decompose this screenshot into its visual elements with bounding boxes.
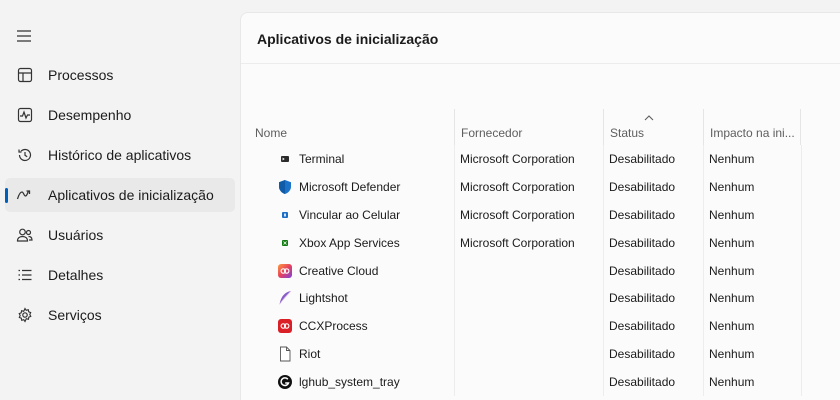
cell-status: Desabilitado <box>609 263 676 278</box>
sidebar-item-label: Desempenho <box>48 107 132 123</box>
hamburger-icon[interactable] <box>10 22 38 50</box>
sidebar-item-aplicativos-de-inicializacao[interactable]: Aplicativos de inicialização <box>5 178 235 212</box>
services-gear-icon <box>15 305 35 325</box>
column-header-vendor[interactable]: Fornecedor <box>454 109 603 145</box>
cell-status: Desabilitado <box>609 207 676 222</box>
cell-name: Creative Cloud <box>277 257 378 285</box>
cell-vendor: Microsoft Corporation <box>460 179 575 194</box>
cell-name: Xbox App Services <box>277 229 400 257</box>
cell-name: Terminal <box>277 145 344 173</box>
logitech-g-icon <box>277 374 293 390</box>
app-name: Xbox App Services <box>299 235 400 250</box>
cell-vendor: Microsoft Corporation <box>460 235 575 250</box>
details-list-icon <box>15 265 35 285</box>
history-clock-icon <box>15 145 35 165</box>
sort-ascending-icon <box>644 113 654 124</box>
cell-status: Desabilitado <box>609 235 676 250</box>
sidebar-item-usuarios[interactable]: Usuários <box>5 218 235 252</box>
app-name: Lightshot <box>299 291 348 306</box>
sidebar-item-label: Serviços <box>48 307 102 323</box>
app-name: Creative Cloud <box>299 263 379 278</box>
cell-impact: Nenhum <box>709 263 755 278</box>
sidebar-item-historico[interactable]: Histórico de aplicativos <box>5 138 235 172</box>
app-name: Riot <box>299 347 321 362</box>
cell-name: Lightshot <box>277 284 348 312</box>
defender-shield-icon <box>277 179 293 195</box>
app-name: Microsoft Defender <box>299 179 401 194</box>
sidebar-item-label: Detalhes <box>48 267 104 283</box>
performance-pulse-icon <box>15 105 35 125</box>
sidebar-item-label: Usuários <box>48 227 104 243</box>
cell-status: Desabilitado <box>609 151 676 166</box>
table-row[interactable]: lghub_system_tray Desabilitado Nenhum <box>241 368 840 397</box>
sidebar-item-label: Histórico de aplicativos <box>48 147 192 163</box>
app-name: CCXProcess <box>299 319 368 334</box>
cell-name: lghub_system_tray <box>277 368 400 396</box>
table-row[interactable]: Vincular ao Celular Microsoft Corporatio… <box>241 200 840 229</box>
cell-status: Desabilitado <box>609 179 676 194</box>
sidebar-item-servicos[interactable]: Serviços <box>5 298 235 332</box>
sidebar-item-label: Aplicativos de inicialização <box>48 187 214 203</box>
main-panel: Aplicativos de inicialização Nome Fornec… <box>240 12 840 400</box>
cell-vendor: Microsoft Corporation <box>460 207 575 222</box>
sidebar-item-detalhes[interactable]: Detalhes <box>5 258 235 292</box>
cell-impact: Nenhum <box>709 291 755 306</box>
column-header-impact[interactable]: Impacto na ini... <box>703 109 801 145</box>
cell-status: Desabilitado <box>609 291 676 306</box>
processes-grid-icon <box>15 65 35 85</box>
table-row[interactable]: Riot Desabilitado Nenhum <box>241 340 840 369</box>
app-name: Vincular ao Celular <box>299 207 401 222</box>
sidebar-item-processos[interactable]: Processos <box>5 58 235 92</box>
startup-apps-table: Nome Fornecedor Status Impacto na ini... <box>241 109 840 397</box>
divider <box>241 63 840 64</box>
app-name: Terminal <box>299 151 345 166</box>
cell-impact: Nenhum <box>709 207 755 222</box>
table-row[interactable]: Microsoft Defender Microsoft Corporation… <box>241 172 840 201</box>
users-icon <box>15 225 35 245</box>
cell-name: Vincular ao Celular <box>277 201 400 229</box>
cell-name: CCXProcess <box>277 312 368 340</box>
cell-impact: Nenhum <box>709 347 755 362</box>
startup-gauge-icon <box>15 185 35 205</box>
cell-impact: Nenhum <box>709 179 755 194</box>
sidebar-nav: Processos Desempenho Histórico de aplica… <box>0 58 240 338</box>
table-header: Nome Fornecedor Status Impacto na ini... <box>241 109 840 145</box>
cell-impact: Nenhum <box>709 151 755 166</box>
cell-name: Microsoft Defender <box>277 173 400 201</box>
cell-status: Desabilitado <box>609 375 676 390</box>
table-row[interactable]: Creative Cloud Desabilitado Nenhum <box>241 256 840 285</box>
phone-link-icon <box>277 207 293 223</box>
terminal-icon <box>277 151 293 167</box>
task-manager-window: Processos Desempenho Histórico de aplica… <box>0 0 840 400</box>
cell-vendor: Microsoft Corporation <box>460 151 575 166</box>
sidebar-item-label: Processos <box>48 67 114 83</box>
lightshot-feather-icon <box>277 290 293 306</box>
table-row[interactable]: Lightshot Desabilitado Nenhum <box>241 284 840 313</box>
cell-name: Riot <box>277 340 320 368</box>
cell-impact: Nenhum <box>709 319 755 334</box>
blank-file-icon <box>277 346 293 362</box>
column-header-name[interactable]: Nome <box>249 109 454 145</box>
table-row[interactable]: CCXProcess Desabilitado Nenhum <box>241 312 840 341</box>
sidebar: Processos Desempenho Histórico de aplica… <box>0 0 240 400</box>
active-indicator <box>5 188 8 203</box>
cell-status: Desabilitado <box>609 347 676 362</box>
adobe-ccx-icon <box>277 318 293 334</box>
app-name: lghub_system_tray <box>299 375 400 390</box>
table-row[interactable]: Xbox App Services Microsoft Corporation … <box>241 228 840 257</box>
cell-impact: Nenhum <box>709 235 755 250</box>
page-title: Aplicativos de inicialização <box>257 31 439 47</box>
table-body: Terminal Microsoft Corporation Desabilit… <box>241 145 840 397</box>
cell-status: Desabilitado <box>609 319 676 334</box>
cell-impact: Nenhum <box>709 375 755 390</box>
creative-cloud-icon <box>277 263 293 279</box>
table-row[interactable]: Terminal Microsoft Corporation Desabilit… <box>241 145 840 173</box>
sidebar-item-desempenho[interactable]: Desempenho <box>5 98 235 132</box>
xbox-icon <box>277 235 293 251</box>
